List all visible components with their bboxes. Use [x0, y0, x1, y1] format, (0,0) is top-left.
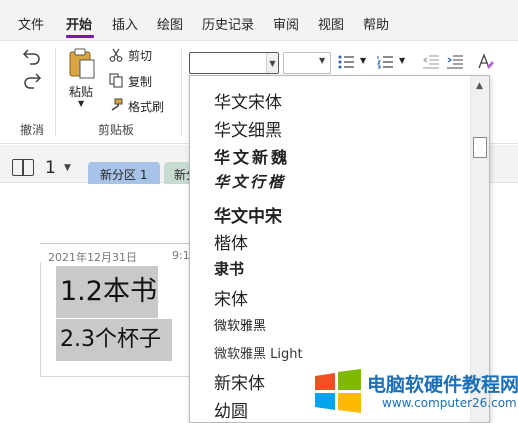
font-option-songti[interactable]: 宋体 — [214, 285, 248, 310]
format-painter-button[interactable]: 格式刷 — [128, 98, 164, 115]
ribbon-divider — [181, 48, 182, 136]
font-option-youyuan[interactable]: 幼圆 — [214, 397, 248, 422]
paste-dropdown-icon[interactable]: ▼ — [78, 99, 84, 108]
font-option-msyahei[interactable]: 微软雅黑 — [214, 315, 266, 334]
note-line[interactable]: 1.2本书 — [56, 266, 158, 318]
menu-history[interactable]: 历史记录 — [202, 14, 254, 33]
section-tab-1[interactable]: 新分区 1 — [88, 162, 160, 184]
windows-logo-icon — [313, 368, 363, 414]
font-option-stxingkai[interactable]: 华文行楷 — [214, 171, 286, 192]
font-option-stsong[interactable]: 华文宋体 — [214, 88, 282, 113]
note-line[interactable]: 2.3个杯子 — [56, 319, 172, 361]
scrollbar-thumb[interactable] — [473, 137, 487, 158]
chevron-down-icon[interactable]: ▼ — [64, 163, 71, 173]
watermark-url: www.computer26.com — [382, 396, 517, 410]
bullet-list-dropdown-icon[interactable]: ▼ — [360, 56, 366, 65]
font-option-stxihei[interactable]: 华文细黑 — [214, 116, 282, 141]
numbered-list-dropdown-icon[interactable]: ▼ — [399, 56, 405, 65]
menu-bar: 文件 开始 插入 绘图 历史记录 审阅 视图 帮助 — [0, 0, 518, 40]
notebook-icon[interactable] — [12, 159, 34, 176]
font-option-kaiti[interactable]: 楷体 — [214, 229, 248, 254]
menu-help[interactable]: 帮助 — [363, 14, 389, 33]
font-name-dropdown-icon[interactable]: ▼ — [266, 53, 278, 73]
page-title-underline — [40, 243, 192, 244]
numbered-list-icon[interactable] — [376, 54, 394, 70]
undo-icon[interactable] — [20, 46, 44, 66]
note-outline-border — [40, 262, 41, 376]
menu-review[interactable]: 审阅 — [273, 14, 299, 33]
page-time: 9:1 — [172, 249, 190, 262]
copy-button[interactable]: 复制 — [128, 73, 152, 90]
clear-formatting-icon[interactable] — [476, 53, 496, 71]
clipboard-group-label: 剪贴板 — [98, 123, 135, 137]
cut-button[interactable]: 剪切 — [128, 47, 152, 64]
page-date: 2021年12月31日 — [48, 251, 137, 264]
ribbon-divider — [55, 48, 56, 136]
menu-insert[interactable]: 插入 — [112, 14, 138, 33]
menu-draw[interactable]: 绘图 — [157, 14, 183, 33]
redo-icon[interactable] — [20, 70, 44, 90]
copy-icon[interactable] — [108, 72, 124, 88]
watermark-title: 电脑软硬件教程网 — [367, 374, 518, 396]
font-option-lishu[interactable]: 隶书 — [214, 258, 244, 279]
note-outline-border — [40, 376, 190, 377]
font-option-msyahei-light[interactable]: 微软雅黑 Light — [214, 343, 303, 362]
paste-icon[interactable] — [66, 47, 98, 81]
menu-file[interactable]: 文件 — [18, 14, 44, 33]
active-tab-indicator — [66, 35, 94, 38]
menu-view[interactable]: 视图 — [318, 14, 344, 33]
undo-group-label: 撤消 — [20, 123, 45, 137]
bullet-list-icon[interactable] — [337, 54, 355, 70]
font-size-dropdown-icon[interactable]: ▼ — [319, 56, 325, 65]
menu-home[interactable]: 开始 — [66, 14, 92, 33]
increase-indent-icon[interactable] — [446, 54, 464, 70]
scroll-up-icon[interactable]: ▲ — [471, 79, 488, 93]
scissors-icon[interactable] — [108, 47, 124, 63]
font-option-stxinwei[interactable]: 华文新魏 — [214, 144, 290, 168]
font-option-stzhongsong[interactable]: 华文中宋 — [214, 202, 282, 227]
font-option-nsimsun[interactable]: 新宋体 — [214, 369, 265, 394]
format-painter-icon[interactable] — [108, 97, 124, 113]
paste-label[interactable]: 粘贴 — [69, 83, 93, 100]
page-count[interactable]: 1 — [45, 158, 56, 178]
decrease-indent-icon[interactable] — [422, 54, 440, 70]
